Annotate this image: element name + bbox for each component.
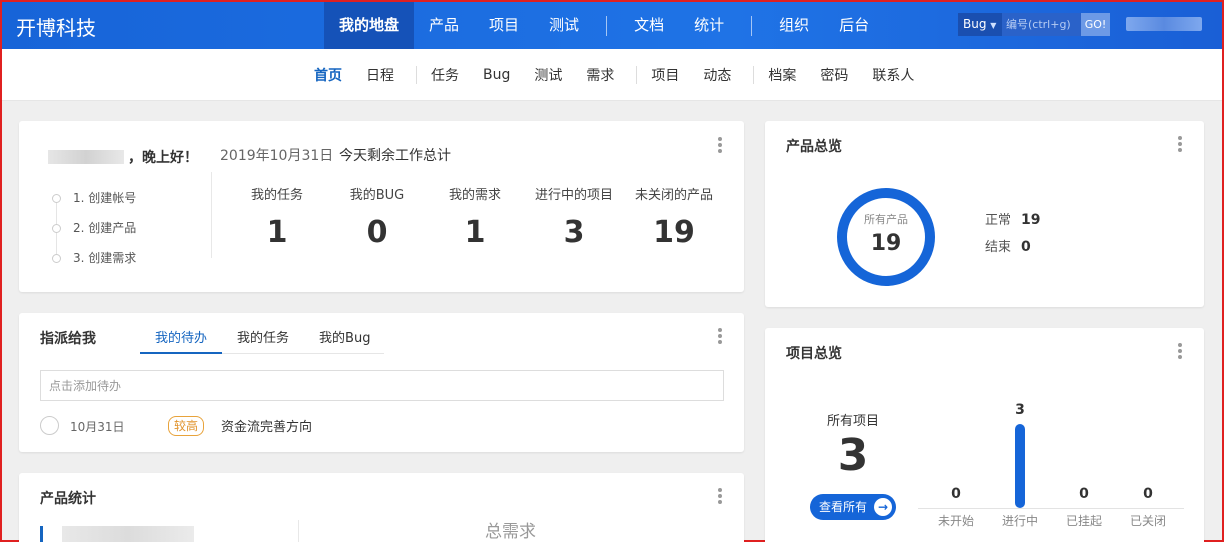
product-list-item[interactable] bbox=[62, 526, 194, 542]
chart-value-label: 3 bbox=[1015, 402, 1025, 418]
date-text: 2019年10月31日 bbox=[220, 148, 334, 164]
tab-my-bugs[interactable]: 我的Bug bbox=[304, 320, 385, 354]
assigned-tabs: 我的待办 我的任务 我的Bug bbox=[140, 320, 384, 354]
step-dot-icon bbox=[52, 194, 61, 203]
chart-category-label: 未开始 bbox=[937, 514, 974, 528]
chart-value-label: 0 bbox=[951, 486, 961, 502]
more-icon[interactable] bbox=[1178, 136, 1182, 154]
priority-badge: 较高 bbox=[168, 416, 205, 436]
chart-value-label: 0 bbox=[1143, 486, 1153, 502]
divider bbox=[298, 520, 299, 542]
search-input[interactable] bbox=[1002, 13, 1081, 36]
subnav-item[interactable]: 档案 bbox=[768, 65, 808, 85]
total-stories-label: 总需求 bbox=[485, 522, 536, 542]
step-create-account[interactable]: 1. 创建帐号 bbox=[52, 189, 136, 206]
subnav-item[interactable]: 测试 bbox=[534, 65, 574, 85]
summary-text: 今天剩余工作总计 bbox=[339, 148, 451, 164]
brand-logo[interactable]: 开博科技 bbox=[16, 12, 96, 41]
legend-normal: 正常 19 bbox=[985, 212, 1041, 228]
sub-nav: 首页 日程 任务 Bug 测试 需求 项目 动态 档案 密码 联系人 bbox=[314, 49, 938, 101]
subnav-item[interactable]: 密码 bbox=[820, 65, 860, 85]
nav-company[interactable]: 组织 bbox=[764, 2, 824, 49]
user-name bbox=[48, 150, 124, 164]
project-overview-title: 项目总览 bbox=[786, 346, 842, 362]
ring-value: 19 bbox=[870, 231, 902, 256]
product-overview-title: 产品总览 bbox=[786, 139, 842, 155]
sub-header: 首页 日程 任务 Bug 测试 需求 项目 动态 档案 密码 联系人 bbox=[2, 49, 1222, 101]
caret-down-icon: ▼ bbox=[990, 21, 997, 30]
stat-my-stories[interactable]: 我的需求 1 bbox=[420, 184, 530, 250]
subnav-item[interactable]: 需求 bbox=[586, 65, 626, 85]
view-all-button[interactable]: 查看所有 → bbox=[810, 494, 896, 520]
tab-my-tasks[interactable]: 我的任务 bbox=[222, 320, 304, 354]
todo-date: 10月31日 bbox=[70, 420, 125, 434]
subnav-item[interactable]: Bug bbox=[483, 67, 522, 83]
step-create-story[interactable]: 3. 创建需求 bbox=[52, 249, 136, 266]
chart-category-label: 已挂起 bbox=[1065, 514, 1102, 528]
todo-checkbox[interactable] bbox=[40, 416, 59, 435]
nav-report[interactable]: 统计 bbox=[679, 2, 739, 49]
nav-admin[interactable]: 后台 bbox=[824, 2, 884, 49]
nav-doc[interactable]: 文档 bbox=[619, 2, 679, 49]
go-button[interactable]: GO! bbox=[1081, 13, 1110, 36]
top-header: 开博科技 我的地盘产品项目测试文档统计组织后台 Bug ▼ GO! bbox=[2, 2, 1222, 49]
subnav-separator bbox=[753, 66, 755, 84]
nav-my-dashboard[interactable]: 我的地盘 bbox=[324, 2, 415, 49]
subnav-separator bbox=[416, 66, 417, 84]
step-dot-icon bbox=[52, 254, 61, 263]
all-projects-value: 3 bbox=[837, 430, 869, 481]
subnav-item[interactable]: 首页 bbox=[314, 65, 354, 85]
subnav-separator bbox=[636, 66, 638, 84]
nav-product[interactable]: 产品 bbox=[414, 2, 474, 49]
chart-category-label: 进行中 bbox=[1001, 514, 1038, 528]
nav-separator bbox=[751, 16, 753, 36]
more-icon[interactable] bbox=[718, 137, 722, 155]
more-icon[interactable] bbox=[718, 488, 722, 506]
legend-closed: 结束 0 bbox=[985, 239, 1031, 255]
nav-test[interactable]: 测试 bbox=[534, 2, 594, 49]
product-stats-title: 产品统计 bbox=[40, 491, 96, 507]
stat-my-tasks[interactable]: 我的任务 1 bbox=[222, 184, 332, 250]
more-icon[interactable] bbox=[1178, 343, 1182, 361]
chart-value-label: 0 bbox=[1079, 486, 1089, 502]
tab-my-todo[interactable]: 我的待办 bbox=[140, 320, 223, 354]
subnav-item[interactable]: 项目 bbox=[651, 65, 691, 85]
subnav-item[interactable]: 任务 bbox=[431, 65, 471, 85]
selected-indicator bbox=[40, 526, 43, 542]
main-nav: 我的地盘 产品 项目 测试 文档 统计 组织 后台 bbox=[324, 2, 884, 49]
todo-title[interactable]: 资金流完善方向 bbox=[221, 416, 312, 435]
chart-category-label: 已关闭 bbox=[1129, 514, 1166, 528]
subnav-item[interactable]: 日程 bbox=[366, 65, 406, 85]
chart-bar[interactable] bbox=[1015, 424, 1025, 508]
subnav-item[interactable]: 联系人 bbox=[872, 65, 926, 85]
more-icon[interactable] bbox=[718, 328, 722, 346]
add-todo-input[interactable] bbox=[40, 370, 724, 401]
nav-project[interactable]: 项目 bbox=[474, 2, 534, 49]
stat-active-projects[interactable]: 进行中的项目 3 bbox=[519, 184, 629, 250]
nav-separator bbox=[606, 16, 608, 36]
project-status-chart: 0 未开始 3 进行中 0 已挂起 0 已关闭 bbox=[918, 400, 1184, 530]
ring-label: 所有产品 bbox=[864, 213, 908, 226]
project-status-chart-svg bbox=[918, 424, 1184, 509]
arrow-right-icon: → bbox=[874, 498, 892, 516]
step-create-product[interactable]: 2. 创建产品 bbox=[52, 219, 136, 236]
all-projects-label: 所有项目 bbox=[826, 414, 879, 429]
stat-open-products[interactable]: 未关闭的产品 19 bbox=[619, 184, 729, 250]
search-box: Bug ▼ GO! bbox=[958, 13, 1110, 36]
stat-my-bugs[interactable]: 我的BUG 0 bbox=[322, 184, 432, 250]
divider bbox=[211, 172, 212, 258]
subnav-item[interactable]: 动态 bbox=[703, 65, 743, 85]
assigned-title: 指派给我 bbox=[40, 331, 96, 347]
search-type-select[interactable]: Bug ▼ bbox=[958, 13, 1002, 36]
step-dot-icon bbox=[52, 224, 61, 233]
greeting-text: ，晚上好！ bbox=[128, 150, 198, 166]
user-menu[interactable] bbox=[1126, 17, 1202, 31]
